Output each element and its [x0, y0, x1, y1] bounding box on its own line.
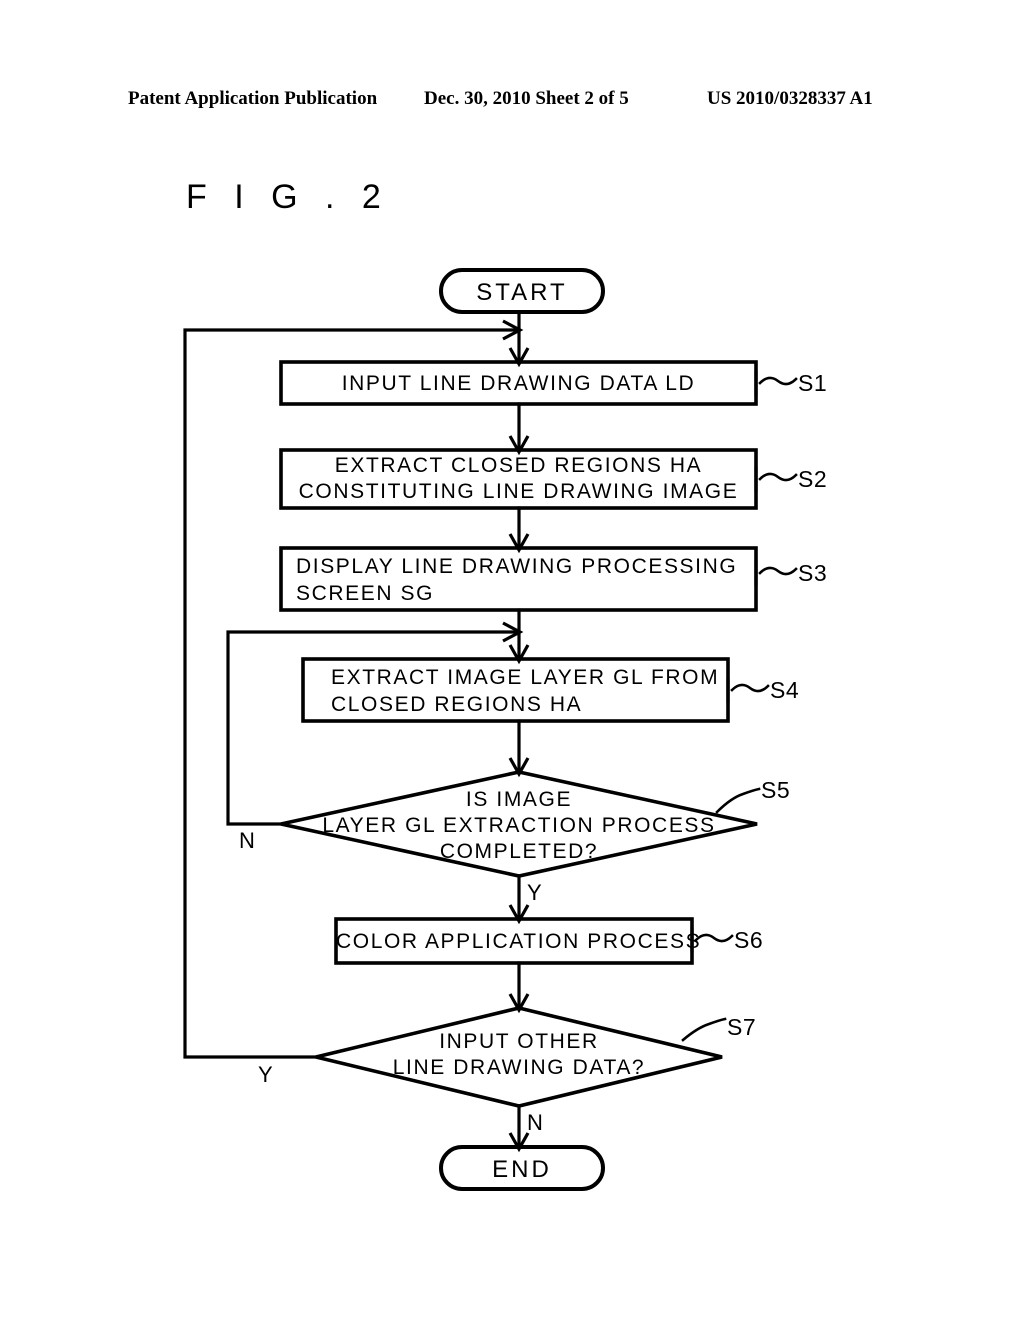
step-text-s7-line1: INPUT OTHER [439, 1030, 599, 1053]
step-ref-s5: S5 [761, 777, 791, 803]
step-text-s3-line1: DISPLAY LINE DRAWING PROCESSING [296, 555, 738, 578]
step-ref-s1: S1 [798, 370, 828, 396]
step-ref-s2: S2 [798, 466, 828, 492]
step-text-s5-line3: COMPLETED? [439, 840, 599, 863]
step-text-s2-line2: CONSTITUTING LINE DRAWING IMAGE [298, 480, 739, 503]
leader-line-s2 [758, 472, 798, 482]
leader-line-s1 [758, 376, 798, 386]
step-ref-s7: S7 [727, 1014, 757, 1040]
step-ref-s6: S6 [734, 927, 764, 953]
leader-line-s3 [758, 566, 798, 576]
branch-label-s7-no: N [527, 1110, 543, 1135]
branch-label-s5-no: N [239, 828, 255, 853]
leader-line-s6 [694, 933, 734, 943]
start-terminator-label: START [476, 279, 568, 306]
step-text-s7-line2: LINE DRAWING DATA? [392, 1056, 646, 1079]
step-text-s2-line1: EXTRACT CLOSED REGIONS HA [334, 454, 703, 477]
end-terminator-label: END [492, 1156, 552, 1183]
flowchart-graphics [183, 268, 798, 1191]
patent-sheet: Patent Application Publication Dec. 30, … [0, 0, 1024, 1320]
branch-label-s7-yes: Y [258, 1062, 273, 1087]
step-text-s5-line1: IS IMAGE [465, 788, 573, 811]
step-ref-s3: S3 [798, 560, 828, 586]
step-text-s3-line2: SCREEN SG [296, 582, 435, 605]
branch-label-s5-yes: Y [527, 880, 542, 905]
step-text-s4-line1: EXTRACT IMAGE LAYER GL FROM [331, 666, 720, 689]
step-text-s5-line2: LAYER GL EXTRACTION PROCESS [322, 814, 716, 837]
step-text-s1-line1: INPUT LINE DRAWING DATA LD [341, 372, 696, 395]
leader-line-s4 [730, 683, 770, 693]
step-text-s4-line2: CLOSED REGIONS HA [331, 693, 583, 716]
step-text-s6-line1: COLOR APPLICATION PROCESS [336, 930, 702, 953]
step-ref-s4: S4 [770, 677, 800, 703]
